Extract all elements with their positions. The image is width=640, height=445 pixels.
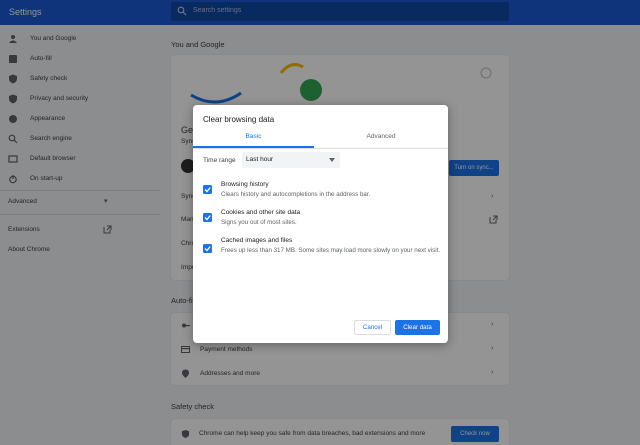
checkmark-icon (204, 246, 211, 252)
checkbox-browsing-history[interactable] (203, 185, 212, 194)
dropdown-caret-icon (329, 158, 335, 162)
cancel-button[interactable]: Cancel (354, 320, 391, 335)
dialog-title: Clear browsing data (203, 115, 275, 124)
time-range-label: Time range (203, 157, 236, 164)
time-range-select[interactable]: Last hour (242, 152, 340, 168)
option-title: Cached images and files (221, 237, 293, 244)
clear-data-button[interactable]: Clear data (395, 320, 440, 335)
tab-basic-label: Basic (245, 133, 262, 140)
option-title: Cookies and other site data (221, 209, 301, 216)
tab-advanced[interactable]: Advanced (314, 132, 448, 147)
option-description: Frees up less than 317 MB. Some sites ma… (221, 247, 441, 254)
time-range-value: Last hour (246, 156, 274, 163)
clear-browsing-data-dialog: Clear browsing data Basic Advanced Time … (193, 105, 448, 343)
checkbox-cookies[interactable] (203, 213, 212, 222)
option-description: Clears history and autocompletions in th… (221, 191, 371, 198)
checkmark-icon (204, 187, 211, 193)
tab-divider (193, 148, 448, 149)
tab-basic[interactable]: Basic (193, 132, 314, 147)
checkbox-cached-images[interactable] (203, 244, 212, 253)
option-title: Browsing history (221, 181, 269, 188)
tab-advanced-label: Advanced (366, 133, 396, 140)
option-description: Signs you out of most sites. (221, 219, 297, 226)
checkmark-icon (204, 215, 211, 221)
